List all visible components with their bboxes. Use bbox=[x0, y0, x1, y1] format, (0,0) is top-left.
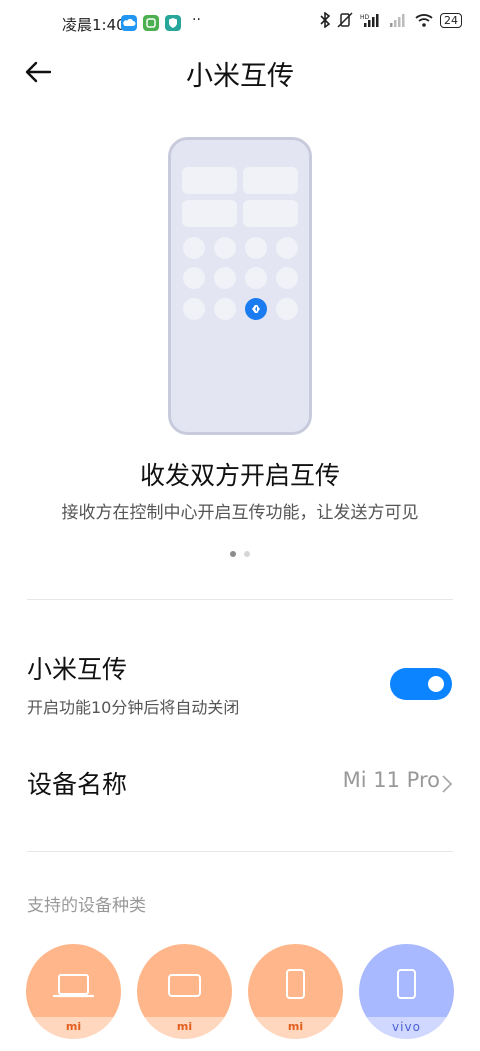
phone-illustration bbox=[168, 137, 312, 435]
device-name-value: Mi 11 Pro bbox=[342, 768, 440, 792]
page-indicator bbox=[0, 551, 480, 557]
device-type-tablet: mi bbox=[137, 944, 232, 1039]
app-notification-icon bbox=[143, 15, 159, 31]
supported-devices: mi mi mi vivo bbox=[26, 944, 456, 1051]
chevron-right-icon bbox=[442, 775, 453, 793]
divider bbox=[27, 851, 453, 852]
vibrate-mute-icon bbox=[337, 12, 353, 28]
xiaomi-logo: mi bbox=[176, 1020, 193, 1033]
status-bar: 凌晨1:40 ·· HD 24 bbox=[0, 0, 480, 48]
device-type-vivo-phone: vivo bbox=[359, 944, 454, 1039]
vivo-logo: vivo bbox=[392, 1020, 421, 1034]
shield-icon bbox=[165, 15, 181, 31]
bluetooth-icon bbox=[320, 12, 330, 28]
share-subtitle: 开启功能10分钟后将自动关闭 bbox=[27, 698, 240, 717]
share-title: 小米互传 bbox=[27, 655, 128, 684]
intro-description: 接收方在控制中心开启互传功能，让发送方可见 bbox=[61, 503, 419, 523]
page-title: 小米互传 bbox=[186, 61, 294, 92]
toggle-knob bbox=[428, 676, 444, 692]
more-notifications-icon: ·· bbox=[192, 12, 201, 28]
page-dot bbox=[244, 551, 250, 557]
page-dot-active bbox=[230, 551, 236, 557]
device-type-phone: mi bbox=[248, 944, 343, 1039]
xiaomi-logo: mi bbox=[65, 1020, 82, 1033]
signal-hd-icon: HD bbox=[360, 14, 379, 27]
header: 小米互传 bbox=[0, 48, 480, 98]
device-name-label: 设备名称 bbox=[27, 770, 128, 799]
cloud-icon bbox=[121, 15, 137, 31]
xiaomi-logo: mi bbox=[287, 1020, 304, 1033]
intro-heading: 收发双方开启互传 bbox=[139, 461, 340, 490]
wifi-icon bbox=[415, 14, 433, 27]
svg-text:HD: HD bbox=[360, 14, 370, 21]
device-type-laptop: mi bbox=[26, 944, 121, 1039]
signal-weak-icon bbox=[390, 14, 405, 27]
share-toggle[interactable] bbox=[390, 668, 452, 700]
status-icons: HD 24 bbox=[320, 12, 462, 28]
supported-devices-label: 支持的设备种类 bbox=[27, 896, 146, 916]
status-time: 凌晨1:40 bbox=[62, 16, 126, 34]
battery-indicator: 24 bbox=[440, 12, 462, 28]
divider bbox=[27, 599, 453, 600]
